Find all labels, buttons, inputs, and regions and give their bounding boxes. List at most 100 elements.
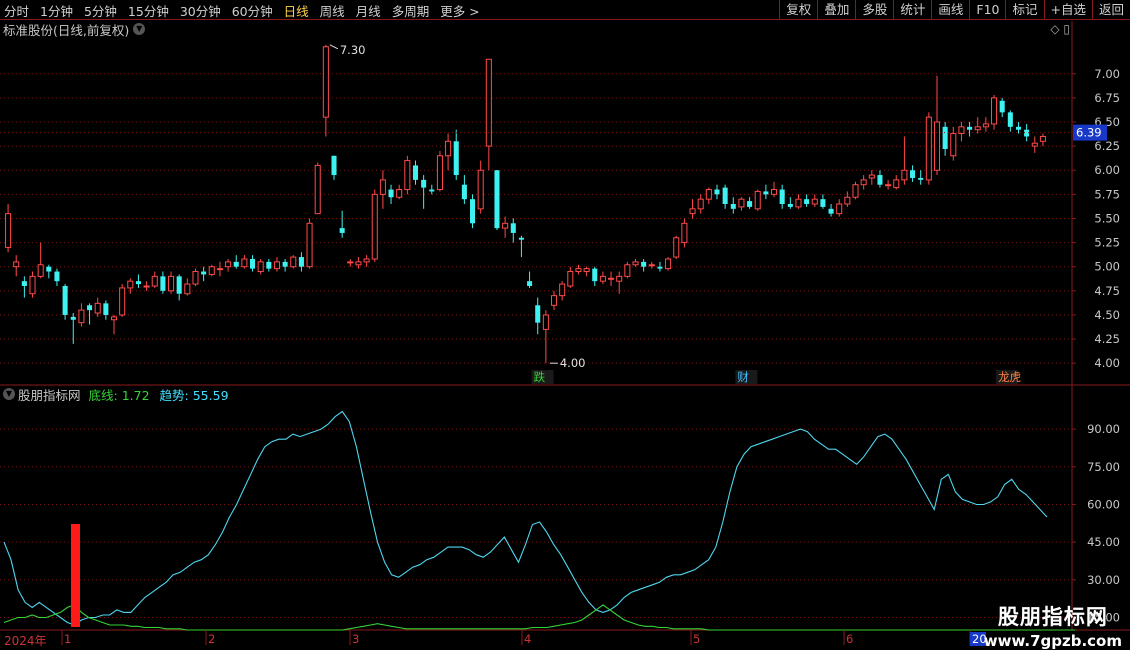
candle-body [314,164,321,215]
candle-body [616,275,623,282]
candle-body [257,261,264,273]
candle-body [942,126,948,150]
candle-body [567,271,574,287]
candle-body [527,281,533,286]
candle-body [860,179,867,186]
candle-body [918,177,924,180]
candle-body [550,295,558,306]
candle-body [46,266,52,272]
candle-body [298,257,304,267]
year-label: 2024年 [4,634,47,648]
price-tick-label: 4.00 [1094,356,1120,370]
candle-body [933,121,941,171]
signal-bar [71,524,80,627]
candle-body [29,275,36,295]
watermark-url: www.7gpzb.com [983,632,1122,650]
candle-body [250,258,256,269]
candle-body [811,198,818,205]
candle-body [950,133,957,157]
price-tick-label: 7.00 [1094,67,1120,81]
indicator-tick-label: 75.00 [1087,460,1120,474]
candle-body [868,174,875,179]
indicator-tick-label: 60.00 [1087,497,1120,511]
candle-body [192,271,199,285]
candle-body [852,184,859,198]
candle-body [21,281,27,286]
candle-body [681,222,688,244]
candle-body [1039,135,1046,142]
candle-body [94,302,101,314]
price-tick-label: 5.00 [1094,260,1120,274]
price-tick-label: 6.75 [1094,91,1120,105]
candle-body [910,170,916,178]
candle-body [641,261,647,267]
price-tick-label: 5.25 [1094,236,1120,250]
candle-body [241,258,248,268]
month-label: 3 [352,632,359,646]
candle-body [429,189,435,192]
candle-body [70,316,76,320]
month-label: 1 [64,632,71,646]
candle-body [820,199,826,207]
candle-body [477,169,484,210]
candle-body [624,264,631,277]
candle-body [135,281,141,285]
current-price-label: 6.39 [1076,126,1102,140]
candle-body [119,287,126,316]
candle-body [705,189,712,200]
candle-body [110,316,118,321]
candle-body [836,203,843,215]
candle-body [877,175,883,185]
candle-body [494,170,500,229]
candle-body [982,123,989,128]
candle-body [331,155,337,176]
candle-body [363,258,370,263]
candle-body [673,237,680,258]
candle-body [290,256,297,268]
candle-body [62,286,68,315]
candle-body [958,126,965,135]
candle-body [201,271,207,275]
high-pointer [329,44,339,50]
candle-body [510,223,516,233]
month-label: 6 [846,632,853,646]
price-tick-label: 6.25 [1094,139,1120,153]
candle-body [518,237,524,240]
indicator-series-0 [3,410,1048,626]
indicator-tick-label: 90.00 [1087,422,1120,436]
candle-body [355,261,362,266]
indicator-tick-label: 30.00 [1087,573,1120,587]
candle-body [747,201,753,207]
candle-body [991,97,998,125]
candle-body [967,126,973,130]
chart-canvas[interactable]: 7.006.756.506.256.005.755.505.255.004.75… [0,0,1130,650]
candle-body [208,266,215,275]
candle-body [608,277,615,280]
candle-body [233,261,239,267]
candle-body [754,190,761,210]
price-tick-label: 4.50 [1094,308,1120,322]
candle-body [273,261,280,270]
candle-body [225,261,232,268]
candle-body [322,46,329,118]
candle-body [404,160,411,191]
event-marker: 财 [737,370,749,384]
event-marker: 跌 [534,370,546,384]
month-label: 5 [693,632,700,646]
candle-body [168,275,175,292]
candle-body [282,261,288,267]
candle-body [828,208,834,214]
candle-body [1031,142,1038,147]
candle-body [999,100,1005,113]
candle-body [779,189,785,204]
candle-body [974,126,981,131]
candle-body [54,271,60,282]
candle-body [461,184,467,200]
candle-body [216,268,223,271]
month-label: 4 [524,632,531,646]
candle-body [412,165,419,180]
candle-body [844,196,851,205]
candle-body [176,276,182,294]
candle-body [763,191,769,195]
candle-body [648,264,655,267]
